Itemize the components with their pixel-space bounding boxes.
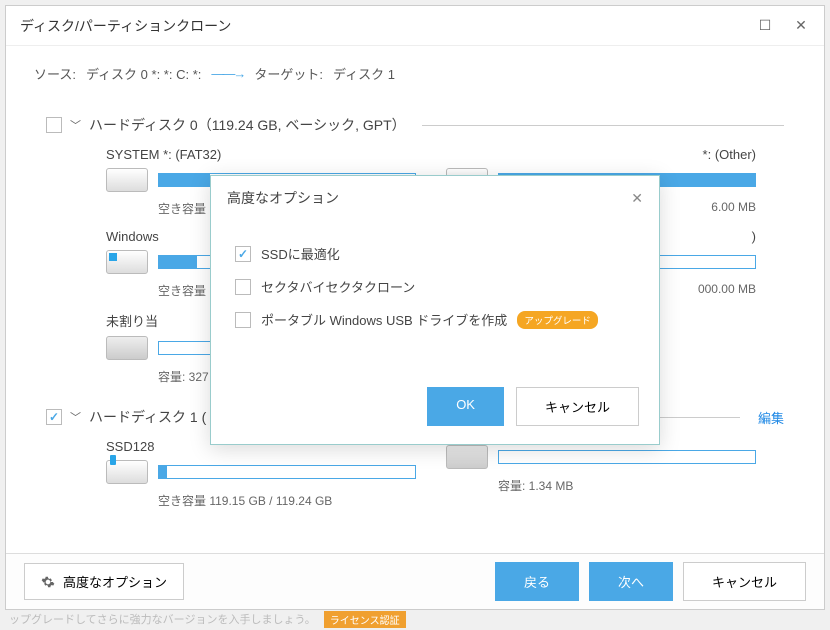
dialog-titlebar: 高度なオプション ✕ <box>211 176 659 220</box>
advanced-options-label: 高度なオプション <box>63 572 167 591</box>
disk-icon <box>106 168 148 192</box>
gear-icon <box>41 575 55 589</box>
edit-link[interactable]: 編集 <box>758 408 784 427</box>
checkbox[interactable] <box>235 246 251 262</box>
titlebar: ディスク/パーティションクローン ☐ ✕ <box>6 6 824 46</box>
disk-header-label: ハードディスク 0（119.24 GB, ベーシック, GPT） <box>89 115 406 135</box>
chevron-down-icon: ﹀ <box>70 409 81 425</box>
license-badge[interactable]: ライセンス認証 <box>324 611 406 628</box>
option-ssd-optimize[interactable]: SSDに最適化 <box>235 244 635 263</box>
partition-sub: 空き容量 119.15 GB / 119.24 GB <box>158 492 416 509</box>
bottom-promo-strip: ップグレードしてさらに強力なバージョンを入手しましょう。 ライセンス認証 <box>5 610 825 628</box>
option-label: SSDに最適化 <box>261 244 340 263</box>
checkbox[interactable] <box>235 279 251 295</box>
target-value: ディスク 1 <box>333 64 395 83</box>
option-portable-windows-usb[interactable]: ポータブル Windows USB ドライブを作成 アップグレード <box>235 310 635 329</box>
usage-bar <box>158 465 416 479</box>
partition-sub: 容量: 1.34 MB <box>498 477 756 494</box>
dialog-close-icon[interactable]: ✕ <box>631 190 643 207</box>
dialog-title: 高度なオプション <box>227 188 631 208</box>
close-button[interactable]: ✕ <box>792 17 810 35</box>
option-sector-by-sector[interactable]: セクタバイセクタクローン <box>235 277 635 296</box>
target-label: ターゲット: <box>254 64 323 83</box>
disk-header-label: ハードディスク 1 ( <box>89 407 206 427</box>
partition-title: *: (Other) <box>446 147 756 162</box>
disk-checkbox[interactable] <box>46 409 62 425</box>
arrow-icon: ——→ <box>211 66 244 81</box>
source-label: ソース: <box>34 64 76 83</box>
source-target-line: ソース: ディスク 0 *: *: C: *: ——→ ターゲット: ディスク … <box>6 46 824 93</box>
window-title: ディスク/パーティションクローン <box>20 16 756 36</box>
windows-disk-icon <box>106 250 148 274</box>
partition-title: SYSTEM *: (FAT32) <box>106 147 416 162</box>
disk-header-0[interactable]: ﹀ ハードディスク 0（119.24 GB, ベーシック, GPT） <box>46 115 784 135</box>
advanced-options-button[interactable]: 高度なオプション <box>24 563 184 600</box>
footer-bar: 高度なオプション 戻る 次へ キャンセル <box>6 553 824 609</box>
next-button[interactable]: 次へ <box>589 562 673 601</box>
upgrade-badge[interactable]: アップグレード <box>517 311 598 329</box>
usage-bar <box>498 450 756 464</box>
back-button[interactable]: 戻る <box>495 562 579 601</box>
option-label: セクタバイセクタクローン <box>261 277 415 296</box>
source-value: ディスク 0 *: *: C: *: <box>86 64 201 83</box>
dialog-cancel-button[interactable]: キャンセル <box>516 387 639 426</box>
checkbox[interactable] <box>235 312 251 328</box>
partition-item[interactable]: SSD128 空き容量 119.15 GB / 119.24 GB <box>106 439 416 509</box>
advanced-options-dialog: 高度なオプション ✕ SSDに最適化 セクタバイセクタクローン ポータブル Wi… <box>210 175 660 445</box>
promo-text: ップグレードしてさらに強力なバージョンを入手しましょう。 <box>9 611 316 627</box>
chevron-down-icon: ﹀ <box>70 117 81 133</box>
unallocated-icon <box>106 336 148 360</box>
ssd-disk-icon <box>106 460 148 484</box>
partition-item[interactable]: 容量: 1.34 MB <box>446 439 756 509</box>
dialog-ok-button[interactable]: OK <box>427 387 504 426</box>
disk-icon <box>446 445 488 469</box>
separator <box>422 125 784 126</box>
disk-checkbox[interactable] <box>46 117 62 133</box>
option-label: ポータブル Windows USB ドライブを作成 <box>261 310 507 329</box>
cancel-button[interactable]: キャンセル <box>683 562 806 601</box>
maximize-button[interactable]: ☐ <box>756 17 774 35</box>
